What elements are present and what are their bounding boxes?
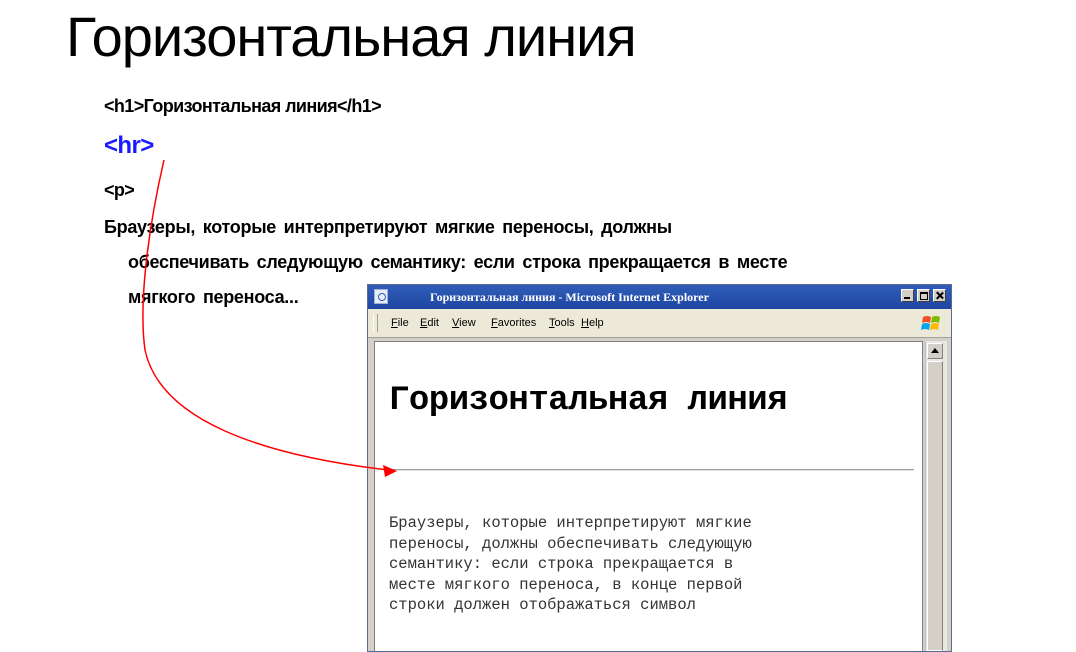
menubar-grip[interactable]: [373, 314, 378, 332]
slide-title: Горизонтальная линия: [66, 5, 637, 68]
code-hr-tag: <hr>: [104, 132, 154, 159]
ie-menubar: File Edit View Favorites Tools Help: [368, 309, 951, 338]
scroll-up-arrow-icon[interactable]: [927, 343, 943, 359]
minimize-icon[interactable]: [901, 289, 914, 302]
menu-file[interactable]: File: [391, 317, 409, 329]
ie-page-viewport: Горизонтальная линия Браузеры, которые и…: [374, 341, 923, 651]
ie-window: Горизонтальная линия - Microsoft Interne…: [367, 284, 952, 652]
menu-edit[interactable]: Edit: [420, 317, 439, 329]
rendered-paragraph-line: строки должен отображаться символ: [389, 596, 696, 614]
menu-favorites[interactable]: Favorites: [491, 317, 536, 329]
arrow-curve: [142, 159, 389, 471]
ie-titlebar[interactable]: Горизонтальная линия - Microsoft Interne…: [368, 285, 951, 309]
menu-view[interactable]: View: [452, 317, 476, 329]
paragraph-line-2: обеспечивать следующую семантику: если с…: [128, 252, 788, 272]
maximize-icon[interactable]: [917, 289, 930, 302]
rendered-paragraph-line: Браузеры, которые интерпретируют мягкие: [389, 514, 752, 532]
ie-window-title: Горизонтальная линия - Microsoft Interne…: [430, 290, 709, 304]
rendered-paragraph-line: семантику: если строка прекращается в: [389, 555, 734, 573]
rendered-paragraph: Браузеры, которые интерпретируют мягкие …: [389, 513, 752, 616]
rendered-paragraph-line: переносы, должны обеспечивать следующую: [389, 534, 752, 553]
paragraph-line-1: Браузеры, которые интерпретируют мягкие …: [104, 217, 672, 237]
rendered-paragraph-line: месте мягкого переноса, в конце первой: [389, 575, 743, 594]
vertical-scrollbar[interactable]: [925, 341, 947, 651]
menu-help[interactable]: Help: [581, 317, 604, 329]
code-h1-line: <h1>Горизонтальная линия</h1>: [104, 96, 382, 116]
close-icon[interactable]: [933, 289, 946, 302]
rendered-heading: Горизонтальная линия: [389, 382, 788, 420]
paragraph-line-3: мягкого переноса...: [128, 287, 299, 307]
code-p-tag: <p>: [104, 180, 135, 200]
ie-page-icon: [374, 289, 388, 304]
windows-logo-icon: [921, 316, 940, 330]
menu-tools[interactable]: Tools: [549, 317, 575, 329]
rendered-horizontal-rule: [386, 469, 914, 471]
scroll-thumb[interactable]: [927, 361, 943, 651]
